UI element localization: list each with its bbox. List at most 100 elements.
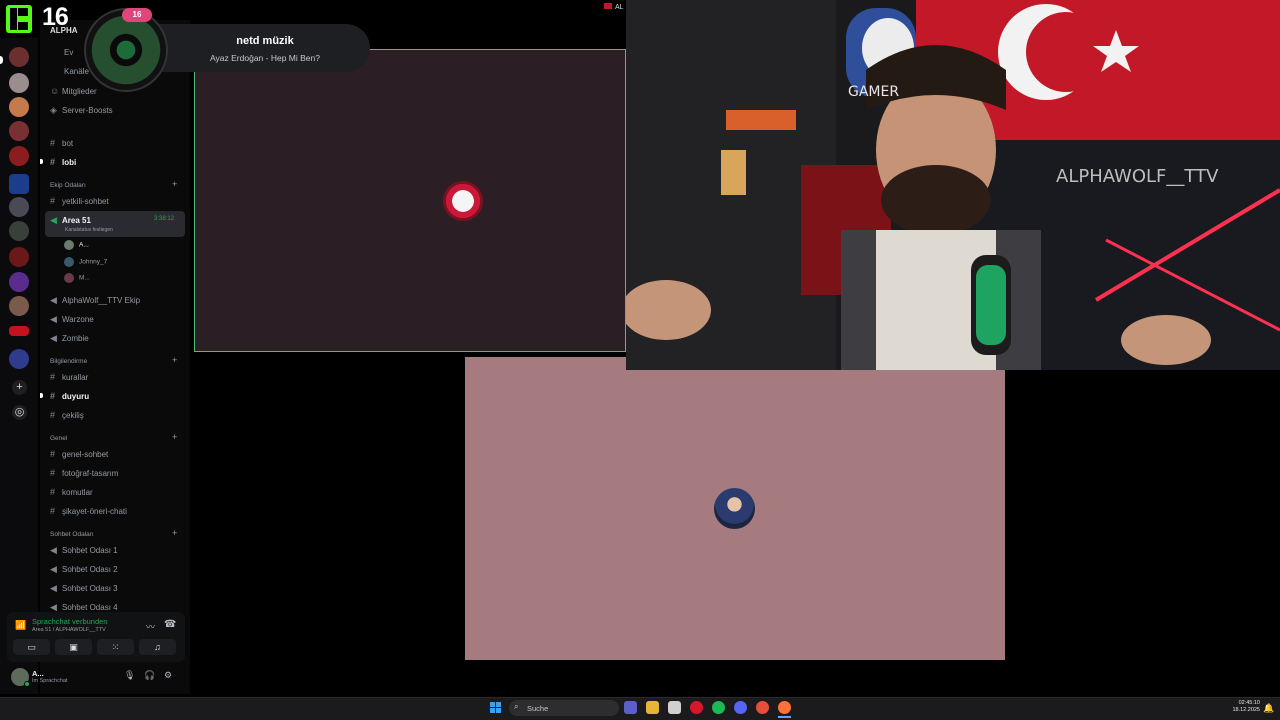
category-header[interactable]: Bilgilendirme xyxy=(50,358,87,365)
explore-icon[interactable]: ◎ xyxy=(12,405,27,420)
hash-icon: # xyxy=(50,372,56,382)
channel-item[interactable]: # bot xyxy=(50,138,73,148)
server-icon-12[interactable] xyxy=(9,326,29,336)
server-icon-3[interactable] xyxy=(9,97,29,117)
channel-item[interactable]: # çekiliş xyxy=(50,410,84,420)
server-icon-5[interactable] xyxy=(9,146,29,166)
channel-item[interactable]: # yetkili-sohbet xyxy=(50,196,109,206)
add-channel-icon[interactable]: + xyxy=(172,528,177,538)
wolf-logo-avatar xyxy=(443,181,483,221)
headphones-icon[interactable]: 🎧 xyxy=(144,670,155,681)
streamer-webcam: ALPHAWOLF__TTV GAMER xyxy=(626,0,1280,370)
firefox-icon[interactable] xyxy=(778,701,791,714)
hash-icon: # xyxy=(50,196,56,206)
settings-gear-icon[interactable]: ⚙ xyxy=(164,670,172,681)
noise-suppression-icon[interactable]: 〰 xyxy=(146,620,155,633)
server-icon-9[interactable] xyxy=(9,247,29,267)
voice-status[interactable]: Sprachchat verbunden xyxy=(32,617,107,626)
add-server-icon[interactable]: + xyxy=(12,380,27,395)
voice-channel-item[interactable]: ◀ Area 51 xyxy=(50,215,91,226)
voice-channel-item[interactable]: ◀ Sohbet Odası 2 xyxy=(50,564,118,575)
channel-label: çekiliş xyxy=(62,411,84,420)
server-icon-6[interactable] xyxy=(9,174,29,194)
notification-icon[interactable]: 🔔 xyxy=(1263,703,1274,714)
sidebar-top-item[interactable]: Ev xyxy=(64,48,73,57)
add-channel-icon[interactable]: + xyxy=(172,432,177,442)
search-icon: ⌕ xyxy=(514,702,519,711)
speaker-icon: ◀ xyxy=(50,314,57,324)
discord-icon[interactable] xyxy=(734,701,747,714)
search-placeholder: Suche xyxy=(527,704,549,713)
channel-item[interactable]: # fotoğraf-tasarım xyxy=(50,468,118,478)
voice-tile-speaking[interactable] xyxy=(194,49,626,352)
store-icon[interactable] xyxy=(668,701,681,714)
opera-icon[interactable] xyxy=(690,701,703,714)
sidebar-top-item[interactable]: Kanäle xyxy=(64,67,89,76)
channel-item[interactable]: # kurallar xyxy=(50,372,88,382)
category-header[interactable]: Ekip Odaları xyxy=(50,182,86,189)
sidebar-item-label: Server-Boosts xyxy=(62,106,113,115)
webcam-scene: ALPHAWOLF__TTV GAMER xyxy=(626,0,1280,370)
chrome-icon[interactable] xyxy=(756,701,769,714)
channel-label: Zombie xyxy=(62,334,89,343)
channel-label: bot xyxy=(62,139,74,148)
channel-status[interactable]: Kanalstatus festlegen xyxy=(65,227,113,233)
unread-indicator xyxy=(40,159,43,164)
voice-location[interactable]: Area 51 / ALPHAWOLF__TTV xyxy=(32,627,106,633)
voice-user[interactable]: M... xyxy=(64,273,90,283)
file-explorer-icon[interactable] xyxy=(646,701,659,714)
microphone-icon[interactable]: 🎙 xyxy=(124,670,135,681)
voice-channel-item[interactable]: ◀ Sohbet Odası 3 xyxy=(50,583,118,594)
spotify-icon[interactable] xyxy=(712,701,725,714)
sidebar-item-members[interactable]: ☺ Mitglieder xyxy=(50,86,97,96)
hash-icon: # xyxy=(50,468,56,478)
hash-icon: # xyxy=(50,391,56,401)
user-status: Im Sprachchat xyxy=(32,678,68,684)
server-icon-7[interactable] xyxy=(9,197,29,217)
user-name[interactable]: A... xyxy=(32,669,44,678)
speaker-icon: ◀ xyxy=(50,564,57,574)
screen-share-button[interactable]: ▣ xyxy=(55,639,92,655)
soundboard-button[interactable]: ♫ xyxy=(139,639,176,655)
voice-tile-user[interactable] xyxy=(465,357,1005,660)
channel-item[interactable]: # duyuru xyxy=(50,391,89,401)
teams-icon[interactable] xyxy=(624,701,637,714)
voice-user[interactable]: Johnny_7 xyxy=(64,257,107,267)
server-icon-2[interactable] xyxy=(9,73,29,93)
channel-label: lobi xyxy=(62,158,77,167)
channel-label: yetkili-sohbet xyxy=(62,197,109,206)
server-icon-4[interactable] xyxy=(9,121,29,141)
channel-item[interactable]: # şikayet-öneri-chati xyxy=(50,506,127,516)
voice-user-name: M... xyxy=(79,274,90,282)
channel-item[interactable]: # komutlar xyxy=(50,487,93,497)
user-avatar xyxy=(714,488,755,529)
category-header[interactable]: Sohbet Odaları xyxy=(50,531,94,538)
taskbar-clock[interactable]: 02:45:10 18.12.2025 xyxy=(1222,700,1260,714)
voice-channel-item[interactable]: ◀ Sohbet Odası 1 xyxy=(50,545,118,556)
server-icon-1[interactable] xyxy=(9,47,29,67)
voice-user[interactable]: A... xyxy=(64,240,89,250)
add-channel-icon[interactable]: + xyxy=(172,355,177,365)
speaker-icon: ◀ xyxy=(50,545,57,555)
sidebar-item-boosts[interactable]: ◈ Server-Boosts xyxy=(50,105,113,116)
voice-channel-item[interactable]: ◀ AlphaWolf__TTV Ekip xyxy=(50,295,140,306)
channel-item[interactable]: # genel-sohbet xyxy=(50,449,108,459)
windows-start-icon[interactable] xyxy=(490,702,502,714)
channel-item[interactable]: # lobi xyxy=(50,157,76,167)
camera-button[interactable]: ▭ xyxy=(13,639,50,655)
server-icon-10[interactable] xyxy=(9,272,29,292)
server-icon-13[interactable] xyxy=(9,349,29,369)
taskbar-search[interactable] xyxy=(509,700,619,716)
signal-icon[interactable]: 📶 xyxy=(15,620,26,631)
server-icon-8[interactable] xyxy=(9,221,29,241)
add-channel-icon[interactable]: + xyxy=(172,179,177,189)
voice-channel-item[interactable]: ◀ Warzone xyxy=(50,314,94,325)
voice-channel-item[interactable]: ◀ Zombie xyxy=(50,333,89,344)
activities-button[interactable]: ⁙ xyxy=(97,639,134,655)
server-icon-11[interactable] xyxy=(9,296,29,316)
category-header[interactable]: Genel xyxy=(50,435,67,442)
voice-user-name: A... xyxy=(79,241,89,249)
voice-user-name: Johnny_7 xyxy=(79,258,108,266)
channel-label: şikayet-öneri-chati xyxy=(62,507,127,516)
disconnect-icon[interactable]: ☎ xyxy=(164,619,176,630)
